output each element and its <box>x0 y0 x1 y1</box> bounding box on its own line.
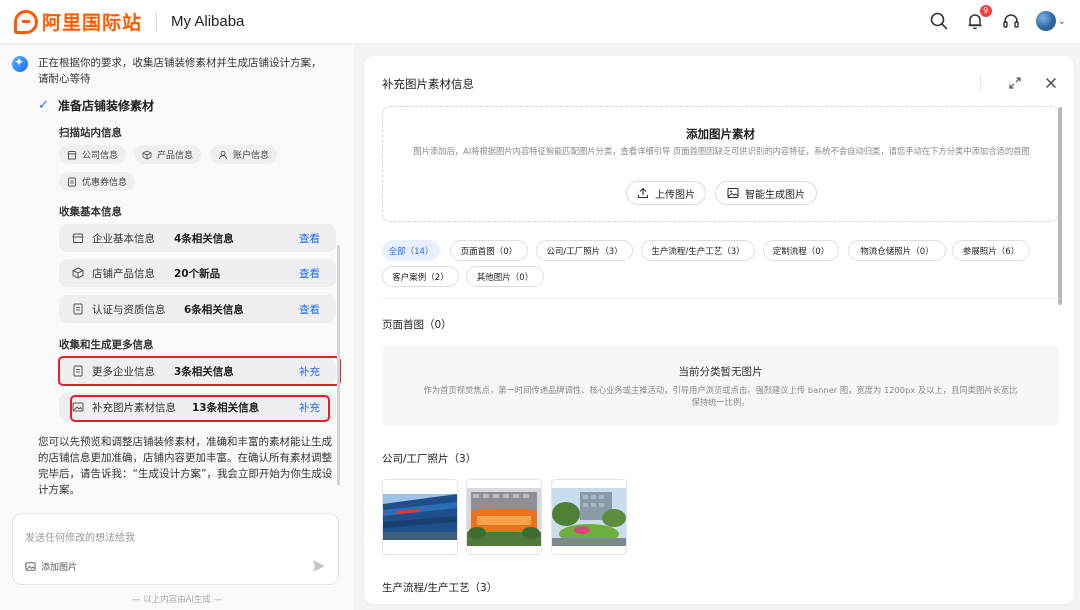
upload-title: 添加图片素材 <box>686 127 755 141</box>
header-divider <box>156 12 158 31</box>
alibaba-logo[interactable]: 阿里国际站 <box>14 8 142 35</box>
tab-production-process[interactable]: 生产流程/生产工艺（3） <box>641 240 755 261</box>
page-title: My Alibaba <box>171 13 245 30</box>
upload-description: 图片添加后，AI将根据图片内容特征智能匹配图片分类，查看详细引导 页面首图因缺乏… <box>413 146 1030 156</box>
store-icon <box>67 150 77 159</box>
empty-state-description: 作为首页视觉焦点，第一时间传递品牌调性、核心业务或主推活动，引导用户浏览或点击。… <box>423 385 1018 407</box>
chip-label: 账户信息 <box>233 151 270 161</box>
panel-title: 补充图片素材信息 <box>382 77 474 91</box>
alibaba-logo-icon <box>14 9 38 34</box>
chip-label: 公司信息 <box>82 151 119 161</box>
bell-icon[interactable]: 9 <box>964 5 992 32</box>
campus-garden-photo[interactable] <box>551 479 627 555</box>
ai-sparkle-icon <box>12 55 28 72</box>
tab-logistics-warehouse[interactable]: 物流仓储照片（0） <box>848 240 946 261</box>
chat-input-placeholder: 发送任何修改的想法给我 <box>25 533 135 544</box>
row-value: 4条相关信息 <box>174 232 234 245</box>
tab-exhibition[interactable]: 参展照片（6） <box>952 240 1030 261</box>
chip-label: 产品信息 <box>157 151 194 161</box>
send-icon[interactable] <box>312 559 326 573</box>
ai-generated-footnote: — 以上内容由AI生成 — <box>131 595 223 605</box>
chip-label: 优惠券信息 <box>82 178 128 188</box>
ai-generate-image-label: 智能生成图片 <box>745 189 805 201</box>
alibaba-campus-photo[interactable] <box>466 479 542 555</box>
highlight-box <box>70 395 330 422</box>
view-link[interactable]: 查看 <box>299 302 320 317</box>
close-icon[interactable] <box>1044 76 1058 90</box>
chip-coupon-info[interactable]: 优惠券信息 <box>59 172 136 191</box>
production-section-title: 生产流程/生产工艺（3） <box>382 582 498 594</box>
search-icon[interactable] <box>928 10 950 32</box>
homepage-section-title: 页面首图（0） <box>382 319 452 331</box>
logo-text: 阿里国际站 <box>42 12 143 34</box>
tab-customer-cases[interactable]: 客户案例（2） <box>382 266 459 287</box>
upload-dropzone[interactable]: 添加图片素材 图片添加后，AI将根据图片内容特征智能匹配图片分类，查看详细引导 … <box>382 106 1059 222</box>
avatar <box>1035 11 1056 31</box>
upload-image-label: 上传图片 <box>655 189 695 201</box>
view-link[interactable]: 查看 <box>299 231 320 246</box>
top-header: 阿里国际站 My Alibaba 9 ⌄ <box>0 0 1080 44</box>
tab-company-factory[interactable]: 公司/工厂照片（3） <box>536 240 633 261</box>
row-store-product-info: 店铺产品信息 20个新品 查看 <box>59 259 336 287</box>
company-building-photo[interactable] <box>382 479 458 555</box>
row-label: 店铺产品信息 <box>92 267 155 280</box>
notification-badge: 9 <box>979 5 992 17</box>
view-link[interactable]: 查看 <box>299 266 320 281</box>
account-menu[interactable]: ⌄ <box>1035 11 1066 31</box>
box-icon <box>142 149 152 160</box>
row-value: 6条相关信息 <box>184 303 244 316</box>
image-icon <box>727 187 739 199</box>
store-icon <box>72 233 84 243</box>
headset-icon[interactable] <box>1000 10 1022 32</box>
upload-image-button[interactable]: 上传图片 <box>626 181 706 205</box>
box-icon <box>72 267 84 279</box>
row-company-basic-info: 企业基本信息 4条相关信息 查看 <box>59 224 336 252</box>
scan-section-title: 扫描站内信息 <box>59 127 122 139</box>
tab-customization-process[interactable]: 定制流程（0） <box>763 240 839 261</box>
row-label: 认证与资质信息 <box>92 303 166 316</box>
assistant-panel: 正在根据你的要求，收集店铺装修素材并生成店铺设计方案，请耐心等待 ✓ 准备店铺装… <box>0 45 354 610</box>
doc-icon <box>73 303 83 315</box>
row-certification-info: 认证与资质信息 6条相关信息 查看 <box>59 295 336 323</box>
chip-account-info[interactable]: 账户信息 <box>210 145 278 164</box>
chat-input-box[interactable]: 发送任何修改的想法给我 添加图片 <box>12 513 339 585</box>
tab-other-images[interactable]: 其他图片（0） <box>466 266 544 287</box>
add-image-button[interactable]: 添加图片 <box>25 560 77 573</box>
header-actions: 9 ⌄ <box>928 5 1066 32</box>
image-icon <box>25 562 36 571</box>
tab-all[interactable]: 全部（14） <box>382 240 440 261</box>
empty-state: 当前分类暂无图片 作为首页视觉焦点，第一时间传递品牌调性、核心业务或主推活动，引… <box>382 346 1059 426</box>
scrollbar[interactable] <box>337 245 340 485</box>
divider <box>382 298 1059 299</box>
check-icon: ✓ <box>38 98 49 113</box>
user-icon <box>219 150 227 159</box>
chip-company-info[interactable]: 公司信息 <box>59 145 127 164</box>
expand-icon[interactable] <box>1008 76 1022 90</box>
chevron-down-icon: ⌄ <box>1057 15 1066 27</box>
basic-section-title: 收集基本信息 <box>59 206 122 218</box>
scrollbar[interactable] <box>1058 107 1062 305</box>
assistant-intro-message: 正在根据你的要求，收集店铺装修素材并生成店铺设计方案，请耐心等待 <box>38 57 322 85</box>
upload-icon <box>637 187 649 199</box>
tab-homepage-banner[interactable]: 页面首图（0） <box>450 240 528 261</box>
coupon-icon <box>68 177 76 186</box>
assistant-outro-message: 您可以先预览和调整店铺装修素材，准确和丰富的素材能让生成的店铺信息更加准确，店铺… <box>38 436 333 496</box>
row-value: 20个新品 <box>174 267 221 280</box>
step-title: 准备店铺装修素材 <box>58 99 155 113</box>
company-section-title: 公司/工厂照片（3） <box>382 453 477 465</box>
more-section-title: 收集和生成更多信息 <box>59 339 154 351</box>
panel-header-divider <box>980 75 981 91</box>
image-material-panel: 补充图片素材信息 添加图片素材 图片添加后，AI将根据图片内容特征智能匹配图片分… <box>364 56 1074 604</box>
empty-state-title: 当前分类暂无图片 <box>678 366 763 378</box>
highlight-box <box>58 356 341 386</box>
chip-product-info[interactable]: 产品信息 <box>134 145 202 164</box>
add-image-label: 添加图片 <box>41 563 78 573</box>
ai-generate-image-button[interactable]: 智能生成图片 <box>715 181 817 205</box>
row-label: 企业基本信息 <box>92 232 155 245</box>
